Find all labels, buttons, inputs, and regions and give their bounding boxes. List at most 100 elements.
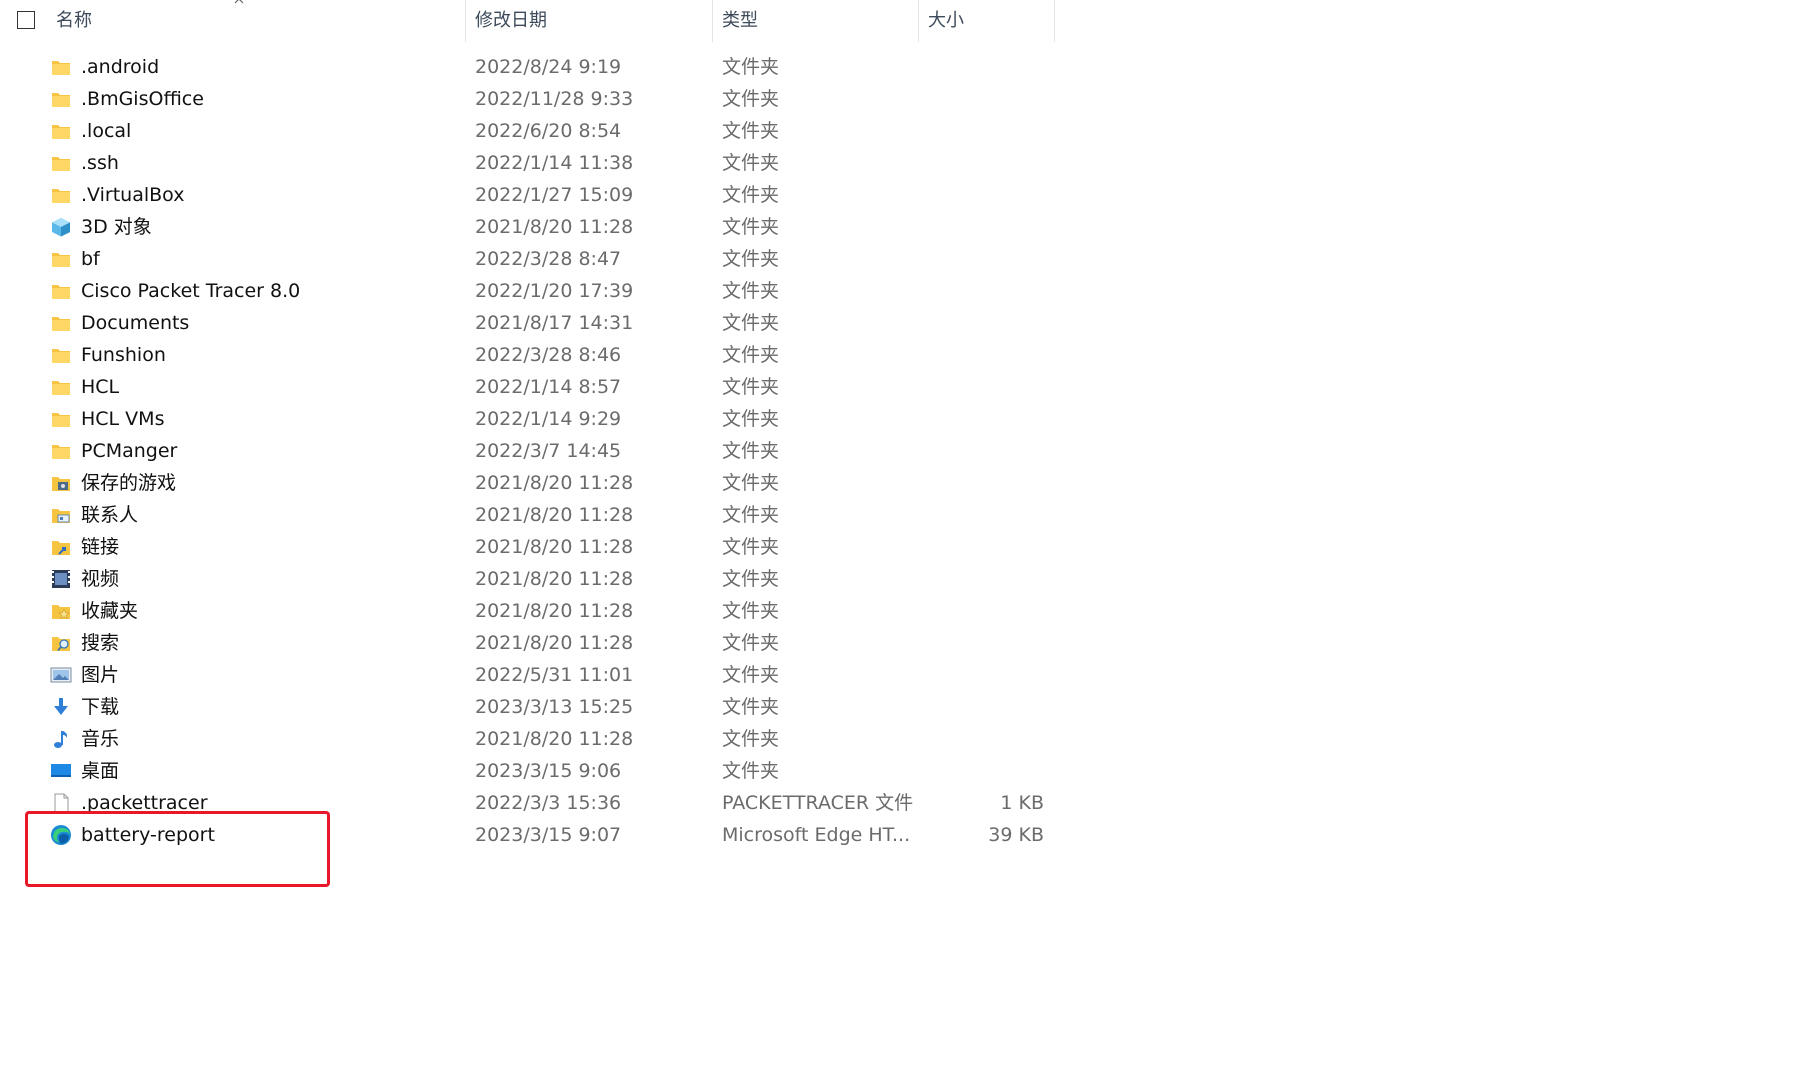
file-row[interactable]: Cisco Packet Tracer 8.0 2022/1/20 17:39 文件…: [0, 275, 1060, 307]
file-size: [920, 339, 1044, 371]
file-row[interactable]: 3D 对象 2021/8/20 11:28 文件夹: [0, 211, 1060, 243]
saved-games-icon: [50, 472, 72, 494]
folder-icon: [50, 120, 72, 142]
column-separator[interactable]: [918, 0, 919, 42]
file-name[interactable]: 视频: [81, 563, 119, 595]
desktop-icon: [50, 760, 72, 782]
file-name[interactable]: 链接: [81, 531, 119, 563]
folder-icon: [50, 248, 72, 270]
file-row[interactable]: 搜索 2021/8/20 11:28 文件夹: [0, 627, 1060, 659]
folder-icon: [50, 408, 72, 430]
file-modified-date: 2021/8/17 14:31: [475, 312, 634, 334]
file-row[interactable]: Funshion 2022/3/28 8:46 文件夹: [0, 339, 1060, 371]
file-type: PACKETTRACER 文件: [722, 792, 914, 814]
file-row[interactable]: .android 2022/8/24 9:19 文件夹: [0, 51, 1060, 83]
file-modified-date: 2022/5/31 11:01: [475, 664, 634, 686]
file-row[interactable]: HCL VMs 2022/1/14 9:29 文件夹: [0, 403, 1060, 435]
file-name[interactable]: Documents: [81, 307, 189, 339]
red-highlight-box: [25, 811, 330, 887]
file-name[interactable]: .local: [81, 115, 131, 147]
file-name[interactable]: 收藏夹: [81, 595, 138, 627]
file-name[interactable]: 图片: [81, 659, 119, 691]
file-size: [920, 499, 1044, 531]
file-type: 文件夹: [722, 568, 780, 590]
music-icon: [50, 728, 72, 750]
file-type: 文件夹: [722, 664, 780, 686]
column-date[interactable]: 修改日期: [475, 0, 705, 42]
file-size: [920, 275, 1044, 307]
column-separator[interactable]: [465, 0, 466, 42]
file-size: [920, 467, 1044, 499]
file-name[interactable]: PCManger: [81, 435, 177, 467]
file-row[interactable]: Documents 2021/8/17 14:31 文件夹: [0, 307, 1060, 339]
file-name[interactable]: .ssh: [81, 147, 119, 179]
file-name[interactable]: 3D 对象: [81, 211, 152, 243]
file-row[interactable]: bf 2022/3/28 8:47 文件夹: [0, 243, 1060, 275]
file-name[interactable]: 搜索: [81, 627, 119, 659]
column-separator[interactable]: [712, 0, 713, 42]
file-size: [920, 243, 1044, 275]
file-row[interactable]: .BmGisOffice 2022/11/28 9:33 文件夹: [0, 83, 1060, 115]
column-separator[interactable]: [1054, 0, 1055, 42]
file-row[interactable]: 联系人 2021/8/20 11:28 文件夹: [0, 499, 1060, 531]
file-row[interactable]: .local 2022/6/20 8:54 文件夹: [0, 115, 1060, 147]
file-row[interactable]: 音乐 2021/8/20 11:28 文件夹: [0, 723, 1060, 755]
file-type: 文件夹: [722, 696, 780, 718]
file-row[interactable]: 链接 2021/8/20 11:28 文件夹: [0, 531, 1060, 563]
column-size[interactable]: 大小: [928, 0, 1048, 42]
file-name[interactable]: 音乐: [81, 723, 119, 755]
file-row[interactable]: HCL 2022/1/14 8:57 文件夹: [0, 371, 1060, 403]
file-size: [920, 147, 1044, 179]
links-icon: [50, 536, 72, 558]
file-row[interactable]: 收藏夹 2021/8/20 11:28 文件夹: [0, 595, 1060, 627]
file-modified-date: 2022/1/20 17:39: [475, 280, 634, 302]
file-name[interactable]: HCL: [81, 371, 119, 403]
file-type: 文件夹: [722, 600, 780, 622]
file-row[interactable]: 下载 2023/3/13 15:25 文件夹: [0, 691, 1060, 723]
column-name[interactable]: 名称: [56, 0, 386, 42]
file-modified-date: 2021/8/20 11:28: [475, 728, 634, 750]
file-modified-date: 2022/1/14 9:29: [475, 408, 622, 430]
file-row[interactable]: 保存的游戏 2021/8/20 11:28 文件夹: [0, 467, 1060, 499]
file-name[interactable]: .VirtualBox: [81, 179, 184, 211]
file-name[interactable]: Cisco Packet Tracer 8.0: [81, 275, 300, 307]
file-type: 文件夹: [722, 184, 780, 206]
file-size: [920, 211, 1044, 243]
file-type: 文件夹: [722, 632, 780, 654]
file-type: 文件夹: [722, 312, 780, 334]
file-row[interactable]: 图片 2022/5/31 11:01 文件夹: [0, 659, 1060, 691]
file-name[interactable]: Funshion: [81, 339, 166, 371]
column-type[interactable]: 类型: [722, 0, 912, 42]
file-type: 文件夹: [722, 536, 780, 558]
file-type: 文件夹: [722, 376, 780, 398]
file-row[interactable]: PCManger 2022/3/7 14:45 文件夹: [0, 435, 1060, 467]
file-modified-date: 2022/3/7 14:45: [475, 440, 622, 462]
file-name[interactable]: 下载: [81, 691, 119, 723]
file-name[interactable]: bf: [81, 243, 100, 275]
file-row[interactable]: 桌面 2023/3/15 9:06 文件夹: [0, 755, 1060, 787]
file-modified-date: 2021/8/20 11:28: [475, 600, 634, 622]
file-name[interactable]: .BmGisOffice: [81, 83, 204, 115]
file-modified-date: 2022/1/14 8:57: [475, 376, 622, 398]
file-row[interactable]: .VirtualBox 2022/1/27 15:09 文件夹: [0, 179, 1060, 211]
file-type: 文件夹: [722, 152, 780, 174]
file-size: [920, 115, 1044, 147]
file-name[interactable]: 桌面: [81, 755, 119, 787]
file-type: 文件夹: [722, 120, 780, 142]
column-header: 名称 修改日期 类型 大小: [0, 0, 1060, 42]
file-size: [920, 659, 1044, 691]
column-date-label: 修改日期: [475, 10, 547, 31]
file-size: [920, 755, 1044, 787]
file-name[interactable]: 联系人: [81, 499, 138, 531]
file-name[interactable]: .android: [81, 51, 159, 83]
file-row[interactable]: 视频 2021/8/20 11:28 文件夹: [0, 563, 1060, 595]
select-all-checkbox[interactable]: [17, 11, 35, 29]
file-row[interactable]: .ssh 2022/1/14 11:38 文件夹: [0, 147, 1060, 179]
file-type: 文件夹: [722, 728, 780, 750]
file-name[interactable]: 保存的游戏: [81, 467, 176, 499]
folder-icon: [50, 152, 72, 174]
file-modified-date: 2022/8/24 9:19: [475, 56, 622, 78]
3d-objects-icon: [50, 216, 72, 238]
file-modified-date: 2022/6/20 8:54: [475, 120, 622, 142]
file-name[interactable]: HCL VMs: [81, 403, 164, 435]
